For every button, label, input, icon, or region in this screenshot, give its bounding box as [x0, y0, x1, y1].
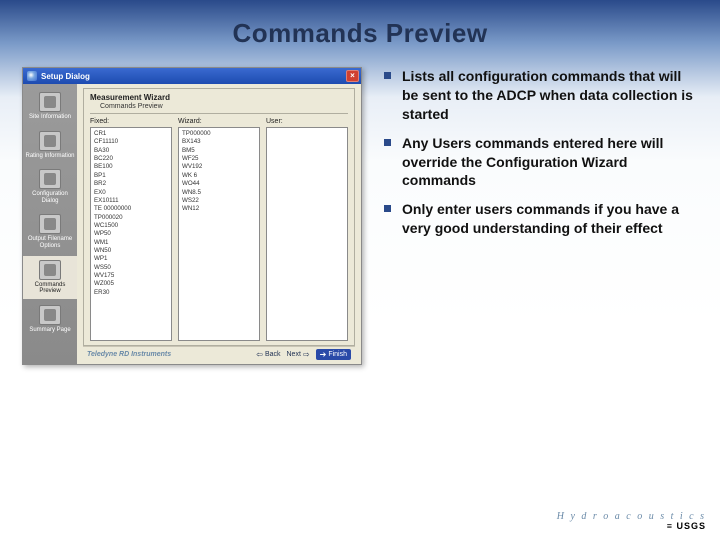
- arrow-left-icon: ⇦: [256, 350, 263, 359]
- bullet-3: Only enter users commands if you have a …: [380, 200, 698, 238]
- sidebar-item-label: Configuration Dialog: [25, 191, 75, 204]
- window-title: Setup Dialog: [41, 72, 90, 81]
- sidebar-item-output[interactable]: Output Filename Options: [23, 210, 77, 253]
- user-column: User:: [266, 118, 348, 341]
- wizard-column: Wizard: TP000000 BX143 BM5 WF25 WV192 WK…: [178, 118, 260, 341]
- user-label: User:: [266, 118, 348, 125]
- close-icon[interactable]: ×: [346, 70, 359, 82]
- back-label: Back: [265, 351, 281, 358]
- finish-arrow-icon: ➔: [320, 350, 327, 359]
- commands-icon: [39, 260, 61, 280]
- wizard-sidebar: Site Information Rating Information Conf…: [23, 84, 77, 364]
- finish-button[interactable]: ➔ Finish: [316, 349, 351, 360]
- back-button[interactable]: ⇦ Back: [256, 350, 280, 359]
- dialog-body: Site Information Rating Information Conf…: [23, 84, 361, 364]
- arrow-right-icon: ⇨: [303, 350, 310, 359]
- user-listbox[interactable]: [266, 127, 348, 341]
- wizard-listbox[interactable]: TP000000 BX143 BM5 WF25 WV192 WK 6 WO44 …: [178, 127, 260, 341]
- app-icon: [27, 71, 37, 81]
- site-icon: [39, 92, 61, 112]
- fixed-listbox[interactable]: CR1 CF11110 BA30 BC220 BE100 BP1 BR2 EX0…: [90, 127, 172, 341]
- next-button[interactable]: Next ⇨: [287, 350, 310, 359]
- footer-brand: Teledyne RD Instruments: [87, 351, 250, 358]
- sidebar-item-label: Summary Page: [29, 327, 70, 334]
- sidebar-item-summary[interactable]: Summary Page: [23, 301, 77, 338]
- usgs-logo-text: ≡ USGS: [557, 522, 706, 532]
- config-icon: [39, 169, 61, 189]
- wizard-label: Wizard:: [178, 118, 260, 125]
- fixed-column: Fixed: CR1 CF11110 BA30 BC220 BE100 BP1 …: [90, 118, 172, 341]
- sidebar-item-label: Rating Information: [25, 153, 74, 160]
- rating-icon: [39, 131, 61, 151]
- main-panel: Measurement Wizard Commands Preview Fixe…: [77, 84, 361, 364]
- summary-icon: [39, 305, 61, 325]
- sidebar-item-label: Output Filename Options: [25, 236, 75, 249]
- sidebar-item-rating[interactable]: Rating Information: [23, 127, 77, 164]
- content-row: Setup Dialog × Site Information Rating I…: [0, 67, 720, 365]
- footer-logo: H y d r o a c o u s t i c s ≡ USGS: [557, 511, 706, 532]
- sidebar-item-label: Commands Preview: [25, 282, 75, 295]
- wizard-subtitle: Commands Preview: [100, 103, 348, 110]
- sidebar-item-commands[interactable]: Commands Preview: [23, 256, 77, 299]
- commands-columns: Fixed: CR1 CF11110 BA30 BC220 BE100 BP1 …: [90, 118, 348, 341]
- bullet-2: Any Users commands entered here will ove…: [380, 134, 698, 191]
- titlebar: Setup Dialog ×: [23, 68, 361, 84]
- sidebar-item-config[interactable]: Configuration Dialog: [23, 165, 77, 208]
- next-label: Next: [287, 351, 301, 358]
- sidebar-item-site[interactable]: Site Information: [23, 88, 77, 125]
- fixed-label: Fixed:: [90, 118, 172, 125]
- slide-title: Commands Preview: [0, 0, 720, 49]
- bullet-list: Lists all configuration commands that wi…: [380, 67, 698, 238]
- divider: [90, 113, 348, 114]
- bullets-column: Lists all configuration commands that wi…: [380, 67, 698, 365]
- bullet-1: Lists all configuration commands that wi…: [380, 67, 698, 124]
- wizard-title: Measurement Wizard: [90, 93, 348, 102]
- setup-dialog-window: Setup Dialog × Site Information Rating I…: [22, 67, 362, 365]
- wizard-frame: Measurement Wizard Commands Preview Fixe…: [83, 88, 355, 346]
- finish-label: Finish: [328, 351, 347, 358]
- sidebar-item-label: Site Information: [29, 114, 71, 121]
- output-icon: [39, 214, 61, 234]
- screenshot-column: Setup Dialog × Site Information Rating I…: [22, 67, 362, 365]
- wizard-footer: Teledyne RD Instruments ⇦ Back Next ⇨ ➔ …: [83, 346, 355, 362]
